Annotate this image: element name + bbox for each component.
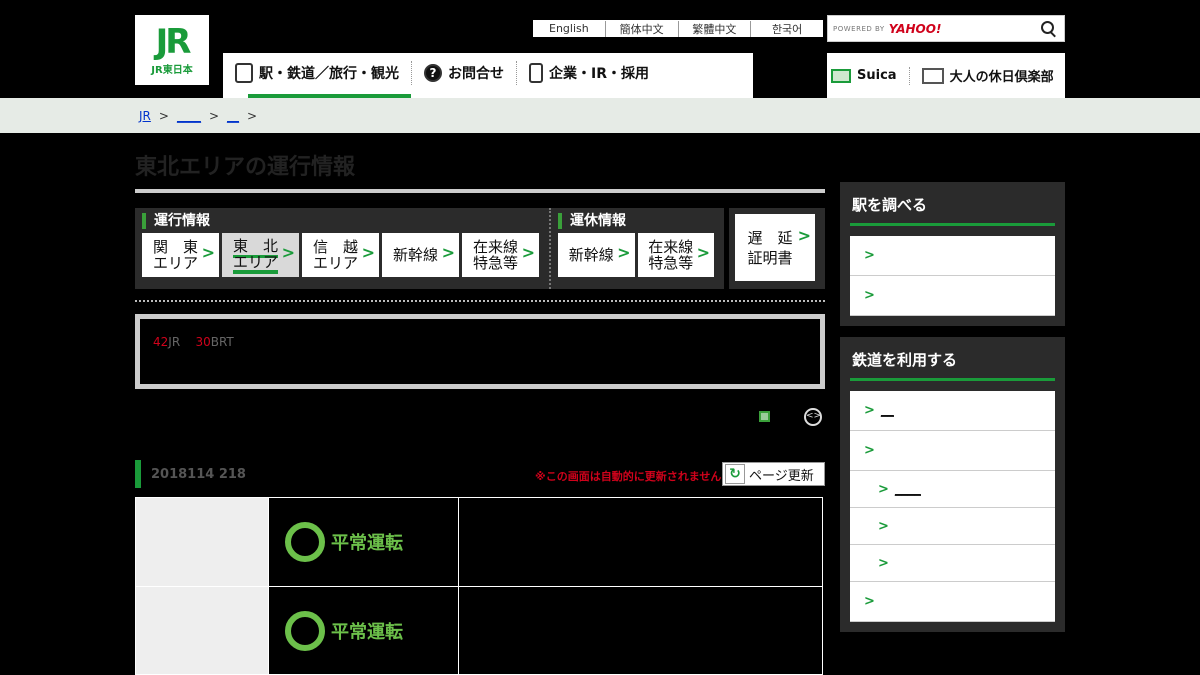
station-search-title: 駅を調べる [850,192,1055,226]
search-input[interactable] [941,18,1038,39]
sidebar-link[interactable] [850,236,1055,276]
sidebar-sublink[interactable]: ____ [850,471,1055,508]
tab-shinkansen[interactable]: 新幹線 [382,233,459,277]
nav-divider [908,66,910,85]
brt-route-count: 30 [195,335,211,349]
auto-update-warning: ※この画面は自動的に更新されません [535,470,722,483]
global-nav: 駅・鉄道／旅行・観光 ? お問合せ 企業・IR・採用 [223,53,753,98]
suica-card-icon [831,68,851,83]
main-content: 東北エリアの運行情報 運行情報 関 東エリア 東 北エリア 信 越エリア 新幹線… [135,133,825,675]
sidebar-link[interactable] [850,582,1055,622]
route-count-notice: 42JR 30BRT [135,314,825,389]
language-menu: English 簡体中文 繁體中文 한국어 [533,20,823,37]
sidebar: 駅を調べる 鉄道を利用する __ ____ [840,182,1065,643]
building-icon [529,63,543,83]
page-title: 東北エリアの運行情報 [135,149,825,193]
view-tools: <> [135,389,825,444]
status-cell: 平常運転 [268,587,458,674]
train-icon [235,63,253,83]
lang-traditional-chinese[interactable]: 繁體中文 [677,20,751,37]
route-name-cell [136,587,268,674]
nav-suica-label: Suica [857,68,897,83]
nav-railway-travel[interactable]: 駅・鉄道／旅行・観光 [223,53,411,98]
brt-route-label: BRT [210,335,234,349]
lang-simplified-chinese[interactable]: 簡体中文 [604,20,678,37]
area-tabs: 運行情報 関 東エリア 東 北エリア 信 越エリア 新幹線 在来線特急等 運休情… [135,208,825,289]
sidebar-sublink[interactable] [850,545,1055,582]
jr-route-label: JR [168,335,181,349]
table-row: 平常運転 [136,586,822,674]
operation-info-group: 運行情報 関 東エリア 東 北エリア 信 越エリア 新幹線 在来線特急等 [135,208,549,289]
search-box: POWERED BY YAHOO! [827,15,1065,42]
question-icon: ? [424,64,442,82]
breadcrumb-jr[interactable]: JR [139,109,151,123]
logo-mark: JR [155,21,192,62]
status-text: 平常運転 [331,621,403,643]
tab-suspension-conventional[interactable]: 在来線 特急等 [637,233,714,277]
nav-otona-club[interactable]: 大人の休日倶楽部 [918,66,1058,85]
service-nav: Suica 大人の休日倶楽部 [827,53,1065,98]
normal-status-icon [285,522,325,562]
tab-kanto-area[interactable]: 関 東エリア [142,233,219,277]
yahoo-logo: YAHOO! [888,21,942,36]
tab-tohoku-area[interactable]: 東 北エリア [222,233,299,277]
suspension-info-group: 運休情報 新幹線 在来線特急等 [549,208,724,289]
status-text: 平常運転 [331,533,403,554]
nav-otona-club-label: 大人の休日倶楽部 [949,70,1054,85]
logo-text: JR東日本 [151,64,193,76]
breadcrumb-separator: > [158,108,169,123]
status-table: 平常運転 平常運転 [135,497,823,675]
page-refresh-button[interactable]: ↻ ページ更新 [722,462,825,486]
breadcrumb: JR > ____ > __ > [0,98,1200,133]
bag-icon [921,67,944,84]
page-refresh-label: ページ更新 [749,468,814,484]
refresh-icon: ↻ [725,464,745,484]
detail-cell [458,498,822,586]
route-name-cell [136,498,268,586]
window-icon[interactable] [759,411,770,422]
use-railway-box: 鉄道を利用する __ ____ [840,337,1065,632]
tab-suspension-shinkansen[interactable]: 新幹線 [558,233,635,277]
table-row: 平常運転 [136,498,822,586]
nav-contact-label: お問合せ [448,66,504,82]
breadcrumb-separator: > [208,108,220,123]
sidebar-link[interactable] [850,431,1055,471]
update-bar: 2018114 218 ※この画面は自動的に更新されません ↻ ページ更新 [135,460,825,488]
suspension-info-label: 運休情報 [558,213,717,229]
delay-certificate-button[interactable]: 遅 延証明書 [735,214,815,281]
update-datetime: 2018114 218 [151,467,246,482]
lang-english[interactable]: English [533,22,605,35]
jr-route-count: 42 [153,335,169,349]
nav-railway-travel-label: 駅・鉄道／旅行・観光 [259,66,399,82]
powered-by-label: POWERED BY [833,24,885,33]
nav-corporate-label: 企業・IR・採用 [549,66,649,82]
breadcrumb-level-3[interactable]: __ [227,109,239,123]
lang-korean[interactable]: 한국어 [750,20,823,37]
use-railway-title: 鉄道を利用する [850,347,1055,381]
site-header: JR JR東日本 English 簡体中文 繁體中文 한국어 POWERED B… [0,0,1200,98]
sidebar-sublink[interactable] [850,508,1055,545]
status-cell: 平常運転 [268,498,458,586]
search-icon[interactable] [1038,18,1060,40]
station-search-box: 駅を調べる [840,182,1065,326]
sidebar-link[interactable] [850,276,1055,316]
detail-cell [458,587,822,674]
expand-icon[interactable]: <> [804,408,822,426]
breadcrumb-level-2[interactable]: ____ [177,109,201,123]
nav-corporate[interactable]: 企業・IR・採用 [517,53,661,93]
operation-info-label: 運行情報 [142,213,542,229]
sidebar-link[interactable]: __ [850,391,1055,431]
tab-shinetsu-area[interactable]: 信 越エリア [302,233,379,277]
nav-contact[interactable]: ? お問合せ [412,53,516,93]
update-accent-bar [135,460,141,488]
breadcrumb-separator: > [247,108,258,123]
tab-conventional-express[interactable]: 在来線 特急等 [462,233,539,277]
delay-certificate-box: 遅 延証明書 [729,208,825,289]
nav-suica[interactable]: Suica [827,68,901,83]
jr-east-logo[interactable]: JR JR東日本 [135,15,209,85]
normal-status-icon [285,610,325,651]
dotted-divider [135,300,825,302]
